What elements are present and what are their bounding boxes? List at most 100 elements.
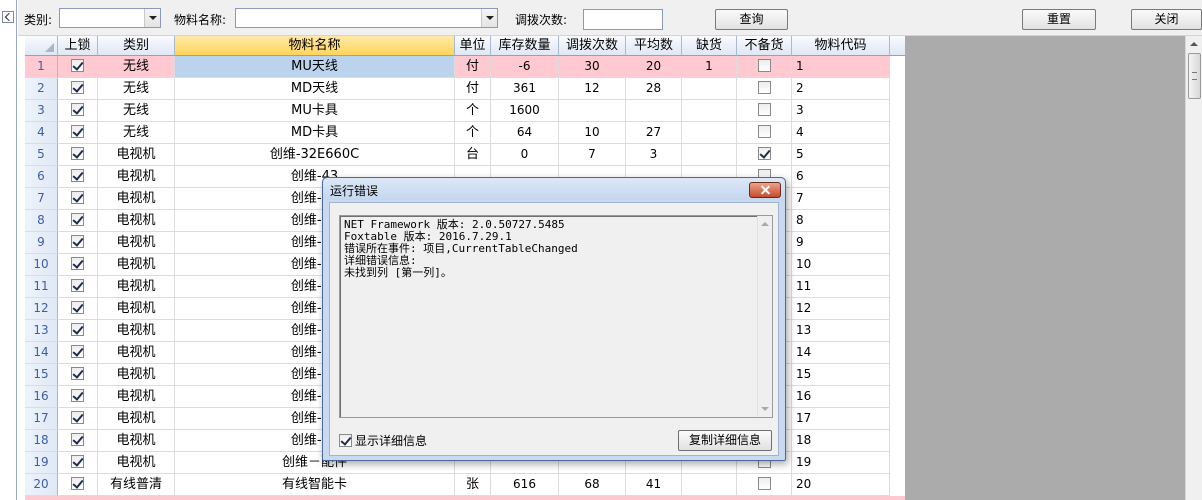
column-header-no-stock[interactable]: 不备货 [737, 36, 792, 56]
category-cell[interactable]: 电视机 [98, 210, 175, 232]
row-header[interactable]: 5 [25, 144, 58, 166]
transfers-cell[interactable]: 7 [559, 144, 626, 166]
category-cell[interactable]: 电视机 [98, 188, 175, 210]
average-cell[interactable] [626, 100, 682, 122]
category-cell[interactable]: 电视机 [98, 386, 175, 408]
chevron-down-icon[interactable] [481, 9, 497, 27]
unit-cell[interactable]: 付 [455, 56, 491, 78]
category-cell[interactable]: 电视机 [98, 342, 175, 364]
material-code-cell[interactable]: 7 [792, 188, 890, 210]
locked-cell[interactable] [58, 78, 98, 100]
reset-button[interactable]: 重置 [1022, 9, 1096, 30]
material-code-cell[interactable]: 6 [792, 166, 890, 188]
stock-cell[interactable]: 1600 [491, 100, 559, 122]
row-header[interactable]: 20 [25, 474, 58, 496]
row-header[interactable]: 17 [25, 408, 58, 430]
locked-checkbox[interactable] [71, 191, 84, 204]
material-name-cell[interactable]: MD天线 [175, 78, 455, 100]
column-header-material-code[interactable]: 物料代码 [792, 36, 890, 56]
table-row[interactable]: 4 无线 MD卡具个 64 10 27 4 [25, 122, 905, 144]
no-stock-checkbox[interactable] [757, 59, 771, 72]
no-stock-checkbox[interactable] [757, 477, 771, 490]
close-icon[interactable] [749, 182, 781, 198]
locked-checkbox[interactable] [71, 279, 84, 292]
locked-checkbox[interactable] [71, 367, 84, 380]
table-row[interactable]: 1 无线 MU天线付 -6 30 20 1 1 [25, 56, 905, 78]
material-code-cell[interactable]: 1 [792, 56, 890, 78]
transfer-count-input[interactable] [583, 9, 663, 30]
locked-checkbox[interactable] [71, 257, 84, 270]
table-row[interactable]: 5 电视机 创维-32E660C 台 0 7 3 5 [25, 144, 905, 166]
material-code-cell[interactable]: 13 [792, 320, 890, 342]
locked-cell[interactable] [58, 254, 98, 276]
material-code-cell[interactable]: 8 [792, 210, 890, 232]
material-code-cell[interactable]: 12 [792, 298, 890, 320]
no-stock-cell[interactable] [737, 144, 792, 166]
message-scrollbar[interactable] [757, 216, 772, 417]
material-name-combo[interactable] [235, 8, 498, 28]
locked-cell[interactable] [58, 386, 98, 408]
locked-cell[interactable] [58, 408, 98, 430]
locked-checkbox[interactable] [71, 59, 84, 72]
locked-cell[interactable] [58, 276, 98, 298]
column-header-unit[interactable]: 单位 [455, 36, 491, 56]
locked-checkbox[interactable] [71, 455, 84, 468]
material-name-cell[interactable]: 有线智能卡 [175, 474, 455, 496]
transfers-cell[interactable]: 30 [559, 56, 626, 78]
locked-cell[interactable] [58, 188, 98, 210]
locked-checkbox[interactable] [71, 323, 84, 336]
no-stock-checkbox[interactable] [757, 103, 771, 116]
row-header[interactable]: 4 [25, 122, 58, 144]
average-cell[interactable]: 27 [626, 122, 682, 144]
column-header-shortage[interactable]: 缺货 [682, 36, 737, 56]
category-cell[interactable]: 电视机 [98, 430, 175, 452]
no-stock-cell[interactable] [737, 474, 792, 496]
locked-checkbox[interactable] [71, 301, 84, 314]
show-detail-option[interactable]: 显示详细信息 [339, 432, 427, 449]
row-header[interactable]: 7 [25, 188, 58, 210]
locked-checkbox[interactable] [71, 103, 84, 116]
locked-cell[interactable] [58, 56, 98, 78]
transfers-cell[interactable]: 10 [559, 122, 626, 144]
category-cell[interactable]: 电视机 [98, 298, 175, 320]
category-cell[interactable]: 电视机 [98, 452, 175, 474]
select-all-corner[interactable] [25, 36, 58, 56]
unit-cell[interactable]: 付 [455, 78, 491, 100]
no-stock-cell[interactable] [737, 56, 792, 78]
locked-checkbox[interactable] [71, 433, 84, 446]
shortage-cell[interactable] [682, 122, 737, 144]
stock-cell[interactable]: -6 [491, 56, 559, 78]
locked-checkbox[interactable] [71, 411, 84, 424]
row-header[interactable]: 9 [25, 232, 58, 254]
material-code-cell[interactable]: 17 [792, 408, 890, 430]
material-code-cell[interactable]: 2 [792, 78, 890, 100]
category-cell[interactable]: 无线 [98, 78, 175, 100]
column-header-transfers[interactable]: 调拨次数 [559, 36, 626, 56]
stock-cell[interactable]: 64 [491, 122, 559, 144]
chevron-down-icon[interactable] [144, 9, 160, 27]
table-row[interactable]: 3 无线 MU卡具个 1600 3 [25, 100, 905, 122]
row-header[interactable]: 18 [25, 430, 58, 452]
material-name-cell[interactable]: MU卡具 [175, 100, 455, 122]
row-header[interactable]: 3 [25, 100, 58, 122]
category-cell[interactable]: 电视机 [98, 408, 175, 430]
locked-cell[interactable] [58, 166, 98, 188]
category-cell[interactable]: 电视机 [98, 144, 175, 166]
dialog-titlebar[interactable]: 运行错误 [323, 178, 785, 200]
shortage-cell[interactable] [682, 474, 737, 496]
unit-cell[interactable]: 个 [455, 100, 491, 122]
unit-cell[interactable]: 台 [455, 144, 491, 166]
locked-cell[interactable] [58, 298, 98, 320]
locked-cell[interactable] [58, 430, 98, 452]
stock-cell[interactable]: 361 [491, 78, 559, 100]
category-cell[interactable]: 电视机 [98, 166, 175, 188]
locked-checkbox[interactable] [71, 213, 84, 226]
material-code-cell[interactable]: 4 [792, 122, 890, 144]
table-row[interactable]: 2 无线 MD天线付 361 12 28 2 [25, 78, 905, 100]
table-row[interactable]: 20 有线普清 有线智能卡张 616 68 41 20 [25, 474, 905, 496]
scroll-up-icon[interactable] [761, 222, 769, 226]
row-header[interactable]: 1 [25, 56, 58, 78]
shortage-cell[interactable] [682, 78, 737, 100]
locked-cell[interactable] [58, 474, 98, 496]
material-code-cell[interactable]: 10 [792, 254, 890, 276]
